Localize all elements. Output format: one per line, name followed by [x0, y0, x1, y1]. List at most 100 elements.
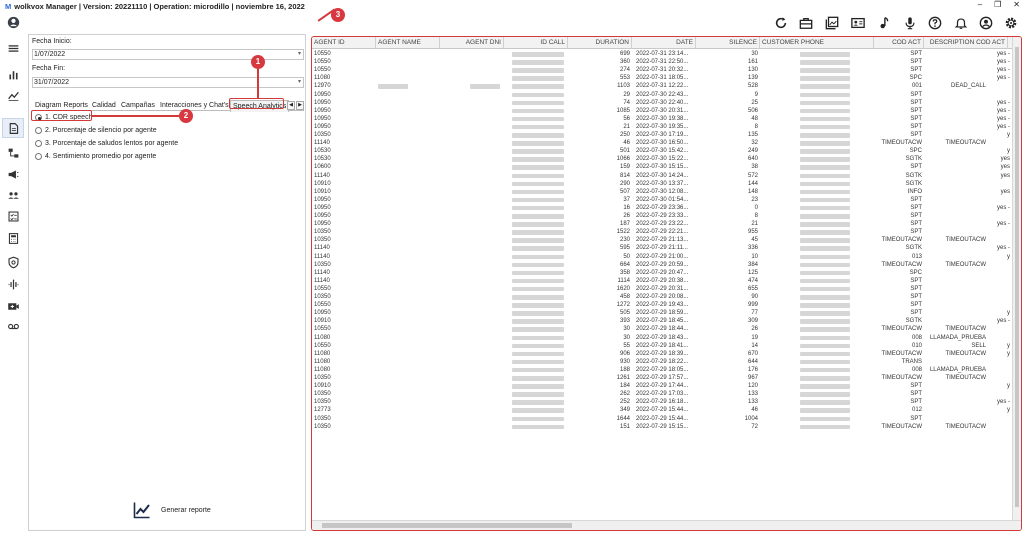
table-row[interactable]: 10350 1522 2022-07-29 22:21... 955 SPT	[312, 228, 1012, 236]
table-row[interactable]: 11140 50 2022-07-29 21:00... 10 013 y	[312, 253, 1012, 261]
vertical-scrollbar[interactable]	[1012, 37, 1021, 520]
table-row[interactable]: 10910 507 2022-07-30 12:08... 148 INFO yes	[312, 188, 1012, 196]
table-row[interactable]: 10550 699 2022-07-31 23:14... 30 SPT yes -	[312, 50, 1012, 58]
tab-campanas[interactable]: Campañas	[121, 100, 155, 111]
table-row[interactable]: 10950 29 2022-07-30 22:43... 9 SPT	[312, 91, 1012, 99]
table-row[interactable]: 12970 1103 2022-07-31 12:22... 528 001 DEAD_C…	[312, 82, 1012, 90]
briefcase-icon[interactable]	[799, 16, 813, 30]
grid-body[interactable]: 10550 699 2022-07-31 23:14... 30 SPT yes -105…	[312, 49, 1012, 517]
table-row[interactable]: 10950 56 2022-07-30 19:38... 48 SPT yes -	[312, 115, 1012, 123]
radio-button[interactable]	[35, 114, 42, 121]
table-row[interactable]: 10950 505 2022-07-29 18:59... 77 SPT y	[312, 309, 1012, 317]
settings-icon[interactable]	[1004, 16, 1018, 30]
table-row[interactable]: 10950 37 2022-07-30 01:54... 23 SPT	[312, 196, 1012, 204]
table-row[interactable]: 10530 501 2022-07-30 15:42... 249 SPC y	[312, 147, 1012, 155]
table-row[interactable]: 11140 1114 2022-07-29 20:38... 474 SPT	[312, 277, 1012, 285]
column-header[interactable]: COD ACT	[874, 37, 924, 49]
table-row[interactable]: 11140 46 2022-07-30 16:50... 32 TIMEOUTACW TI…	[312, 139, 1012, 147]
report-option-cdr-speech[interactable]: 1. CDR speech	[35, 114, 92, 121]
horizontal-scrollbar[interactable]	[312, 520, 1021, 530]
table-row[interactable]: 10350 252 2022-07-29 16:18... 133 SPT yes -	[312, 398, 1012, 406]
table-row[interactable]: 10350 262 2022-07-29 17:03... 133 SPT	[312, 390, 1012, 398]
checklist-icon[interactable]	[6, 209, 20, 223]
column-header[interactable]: DESCRIPTION COD ACT	[924, 37, 1008, 49]
team-icon[interactable]	[6, 188, 20, 202]
table-row[interactable]: 10550 1272 2022-07-29 19:43... 999 SPT	[312, 301, 1012, 309]
account-icon[interactable]	[979, 16, 993, 30]
calculator-icon[interactable]	[6, 231, 20, 245]
close-button[interactable]: ✕	[1013, 0, 1020, 9]
tab-scroll-right-button[interactable]: ▶	[296, 101, 304, 110]
column-header[interactable]: AGENT ID	[312, 37, 376, 49]
table-row[interactable]: 10950 26 2022-07-29 23:33... 8 SPT	[312, 212, 1012, 220]
table-row[interactable]: 11080 30 2022-07-29 18:43... 19 008 LLAMADA_P…	[312, 334, 1012, 342]
table-row[interactable]: 10550 55 2022-07-29 18:41... 14 010 SELL y	[312, 342, 1012, 350]
table-row[interactable]: 10950 1085 2022-07-30 20:31... 506 SPT yes -	[312, 107, 1012, 115]
table-row[interactable]: 10550 30 2022-07-29 18:44... 26 TIMEOUTACW TI…	[312, 325, 1012, 333]
bar-chart-icon[interactable]	[6, 67, 20, 81]
column-header[interactable]: SILENCE	[696, 37, 760, 49]
table-row[interactable]: 11080 188 2022-07-29 18:05... 176 008 LLAMADA…	[312, 366, 1012, 374]
table-row[interactable]: 10530 1066 2022-07-30 15:22... 640 SGTK yes	[312, 155, 1012, 163]
tab-speech-analytics[interactable]: Speech Analytics	[230, 100, 290, 112]
table-row[interactable]: 10550 360 2022-07-31 22:50... 161 SPT yes -	[312, 58, 1012, 66]
menu-icon[interactable]	[6, 41, 20, 55]
table-row[interactable]: 10950 74 2022-07-30 22:40... 25 SPT yes -	[312, 99, 1012, 107]
scroll-thumb[interactable]	[322, 523, 572, 528]
trend-icon[interactable]	[6, 88, 20, 102]
table-row[interactable]: 10550 274 2022-07-31 20:32... 130 SPT yes -	[312, 66, 1012, 74]
table-row[interactable]: 10910 184 2022-07-29 17:44... 120 SPT y	[312, 382, 1012, 390]
table-row[interactable]: 10350 664 2022-07-29 20:59... 384 TIMEOUTACW…	[312, 261, 1012, 269]
table-row[interactable]: 10350 1261 2022-07-29 17:57... 967 TIMEOUTAC…	[312, 374, 1012, 382]
gallery-icon[interactable]	[825, 16, 839, 30]
column-header[interactable]: DATE	[632, 37, 696, 49]
table-row[interactable]: 11080 930 2022-07-29 18:22... 644 TRANS	[312, 358, 1012, 366]
tab-interacciones-chats[interactable]: Interacciones y Chat's	[160, 100, 229, 111]
bell-icon[interactable]	[954, 16, 968, 30]
radio-button[interactable]	[35, 153, 42, 160]
radio-button[interactable]	[35, 140, 42, 147]
video-add-icon[interactable]	[6, 299, 20, 313]
column-header[interactable]: AGENT DNI	[440, 37, 504, 49]
document-icon[interactable]	[6, 121, 20, 135]
id-card-icon[interactable]	[851, 16, 865, 30]
column-header[interactable]: CUSTOMER PHONE	[760, 37, 874, 49]
table-row[interactable]: 11140 814 2022-07-30 14:24... 572 SGTK yes	[312, 172, 1012, 180]
table-row[interactable]: 11080 553 2022-07-31 18:05... 139 SPC yes -	[312, 74, 1012, 82]
chevron-down-icon[interactable]: ▾	[298, 78, 301, 87]
table-row[interactable]: 11080 906 2022-07-29 18:39... 670 TIMEOUTACW…	[312, 350, 1012, 358]
report-option-saludos[interactable]: 3. Porcentaje de saludos lentos por agen…	[35, 140, 178, 147]
help-icon[interactable]	[928, 16, 942, 30]
table-row[interactable]: 11140 595 2022-07-29 21:11... 336 SGTK yes -	[312, 244, 1012, 252]
table-row[interactable]: 10350 250 2022-07-30 17:19... 135 SPT y	[312, 131, 1012, 139]
column-header[interactable]: ID CALL	[504, 37, 568, 49]
flow-icon[interactable]	[6, 146, 20, 160]
restore-button[interactable]: ❐	[994, 0, 1001, 9]
table-row[interactable]: 10600 159 2022-07-30 15:15... 38 SPT yes	[312, 163, 1012, 171]
shield-icon[interactable]	[6, 255, 20, 269]
music-note-icon[interactable]	[877, 16, 891, 30]
table-row[interactable]: 10950 187 2022-07-29 23:22... 21 SPT yes -	[312, 220, 1012, 228]
table-row[interactable]: 10950 21 2022-07-30 19:35... 8 SPT yes -	[312, 123, 1012, 131]
table-row[interactable]: 11140 358 2022-07-29 20:47... 125 SPC	[312, 269, 1012, 277]
column-header[interactable]: AGENT NAME	[376, 37, 440, 49]
table-row[interactable]: 12773 349 2022-07-29 15:44... 46 012 y	[312, 406, 1012, 414]
table-row[interactable]: 10350 1644 2022-07-29 15:44... 1004 SPT	[312, 415, 1012, 423]
voicemail-icon[interactable]	[6, 319, 20, 333]
scroll-thumb[interactable]	[1015, 47, 1019, 507]
table-row[interactable]: 10950 16 2022-07-29 23:36... 0 SPT yes -	[312, 204, 1012, 212]
report-option-silencio[interactable]: 2. Porcentaje de silencio por agente	[35, 127, 157, 134]
radio-button[interactable]	[35, 127, 42, 134]
refresh-icon[interactable]	[774, 16, 788, 30]
tab-calidad[interactable]: Calidad	[92, 100, 116, 111]
chevron-down-icon[interactable]: ▾	[298, 50, 301, 59]
table-row[interactable]: 10910 290 2022-07-30 13:37... 144 SGTK	[312, 180, 1012, 188]
megaphone-icon[interactable]	[6, 167, 20, 181]
table-row[interactable]: 10550 1620 2022-07-29 20:31... 655 SPT	[312, 285, 1012, 293]
table-row[interactable]: 10350 230 2022-07-29 21:13... 45 TIMEOUTACW T…	[312, 236, 1012, 244]
table-row[interactable]: 10350 458 2022-07-29 20:08... 90 SPT	[312, 293, 1012, 301]
audio-wave-icon[interactable]	[6, 277, 20, 291]
tab-diagram-reports[interactable]: Diagram Reports	[35, 100, 88, 111]
report-option-sentimiento[interactable]: 4. Sentimiento promedio por agente	[35, 153, 156, 160]
table-row[interactable]: 10350 151 2022-07-29 15:15... 72 TIMEOUTACW T…	[312, 423, 1012, 431]
